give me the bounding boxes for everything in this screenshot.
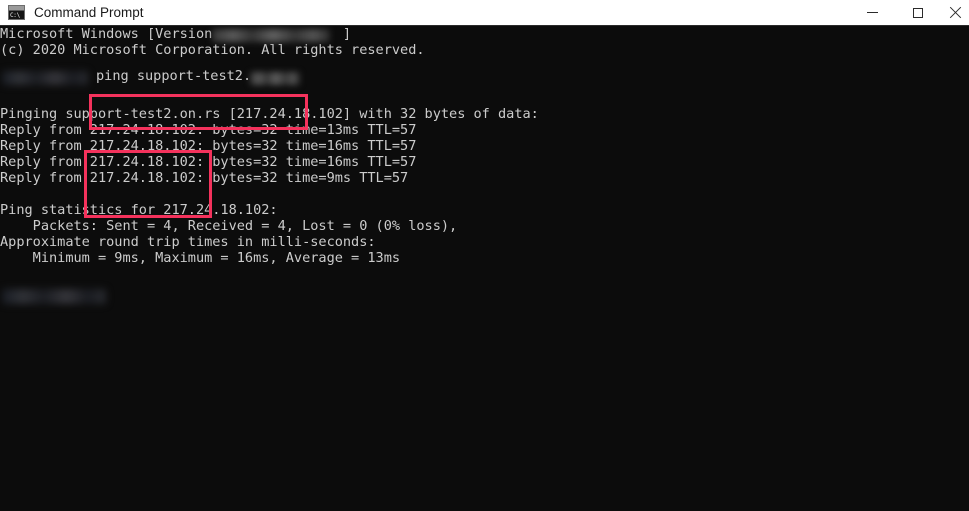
icon-prompt-text: C:\ bbox=[9, 11, 24, 19]
console-line: Pinging support-test2.on.rs [217.24.18.1… bbox=[0, 106, 539, 122]
close-button[interactable] bbox=[941, 0, 969, 25]
console-line: Ping statistics for 217.24.18.102: bbox=[0, 202, 278, 218]
command-prompt-icon: C:\ bbox=[8, 5, 25, 20]
minimize-icon bbox=[866, 12, 878, 13]
redacted-domain-suffix bbox=[250, 72, 300, 85]
console-line: Minimum = 9ms, Maximum = 16ms, Average =… bbox=[0, 250, 401, 266]
console-line: Reply from 217.24.18.102: bytes=32 time=… bbox=[0, 170, 409, 186]
console-line: Approximate round trip times in milli-se… bbox=[0, 234, 376, 250]
console-line: Reply from 217.24.18.102: bytes=32 time=… bbox=[0, 122, 417, 138]
console-line: Packets: Sent = 4, Received = 4, Lost = … bbox=[0, 218, 458, 234]
console-output-area[interactable]: Microsoft Windows [Version ] (c) 2020 Mic… bbox=[0, 26, 969, 511]
window-title: Command Prompt bbox=[34, 5, 144, 20]
console-line: (c) 2020 Microsoft Corporation. All righ… bbox=[0, 42, 425, 58]
redacted-prompt-path-bottom bbox=[2, 289, 106, 304]
console-line: Reply from 217.24.18.102: bytes=32 time=… bbox=[0, 154, 417, 170]
title-bar[interactable]: C:\ Command Prompt bbox=[0, 0, 969, 26]
minimize-button[interactable] bbox=[849, 0, 895, 25]
command-input-line: ping support-test2. bbox=[96, 68, 252, 84]
redacted-windows-version bbox=[212, 29, 330, 42]
maximize-button[interactable] bbox=[895, 0, 941, 25]
console-line: Reply from 217.24.18.102: bytes=32 time=… bbox=[0, 138, 417, 154]
close-icon bbox=[949, 7, 961, 19]
maximize-icon bbox=[913, 7, 923, 18]
command-prompt-window: C:\ Command Prompt Microsoft Windows [Ve… bbox=[0, 0, 969, 511]
redacted-prompt-path-top bbox=[2, 71, 88, 85]
